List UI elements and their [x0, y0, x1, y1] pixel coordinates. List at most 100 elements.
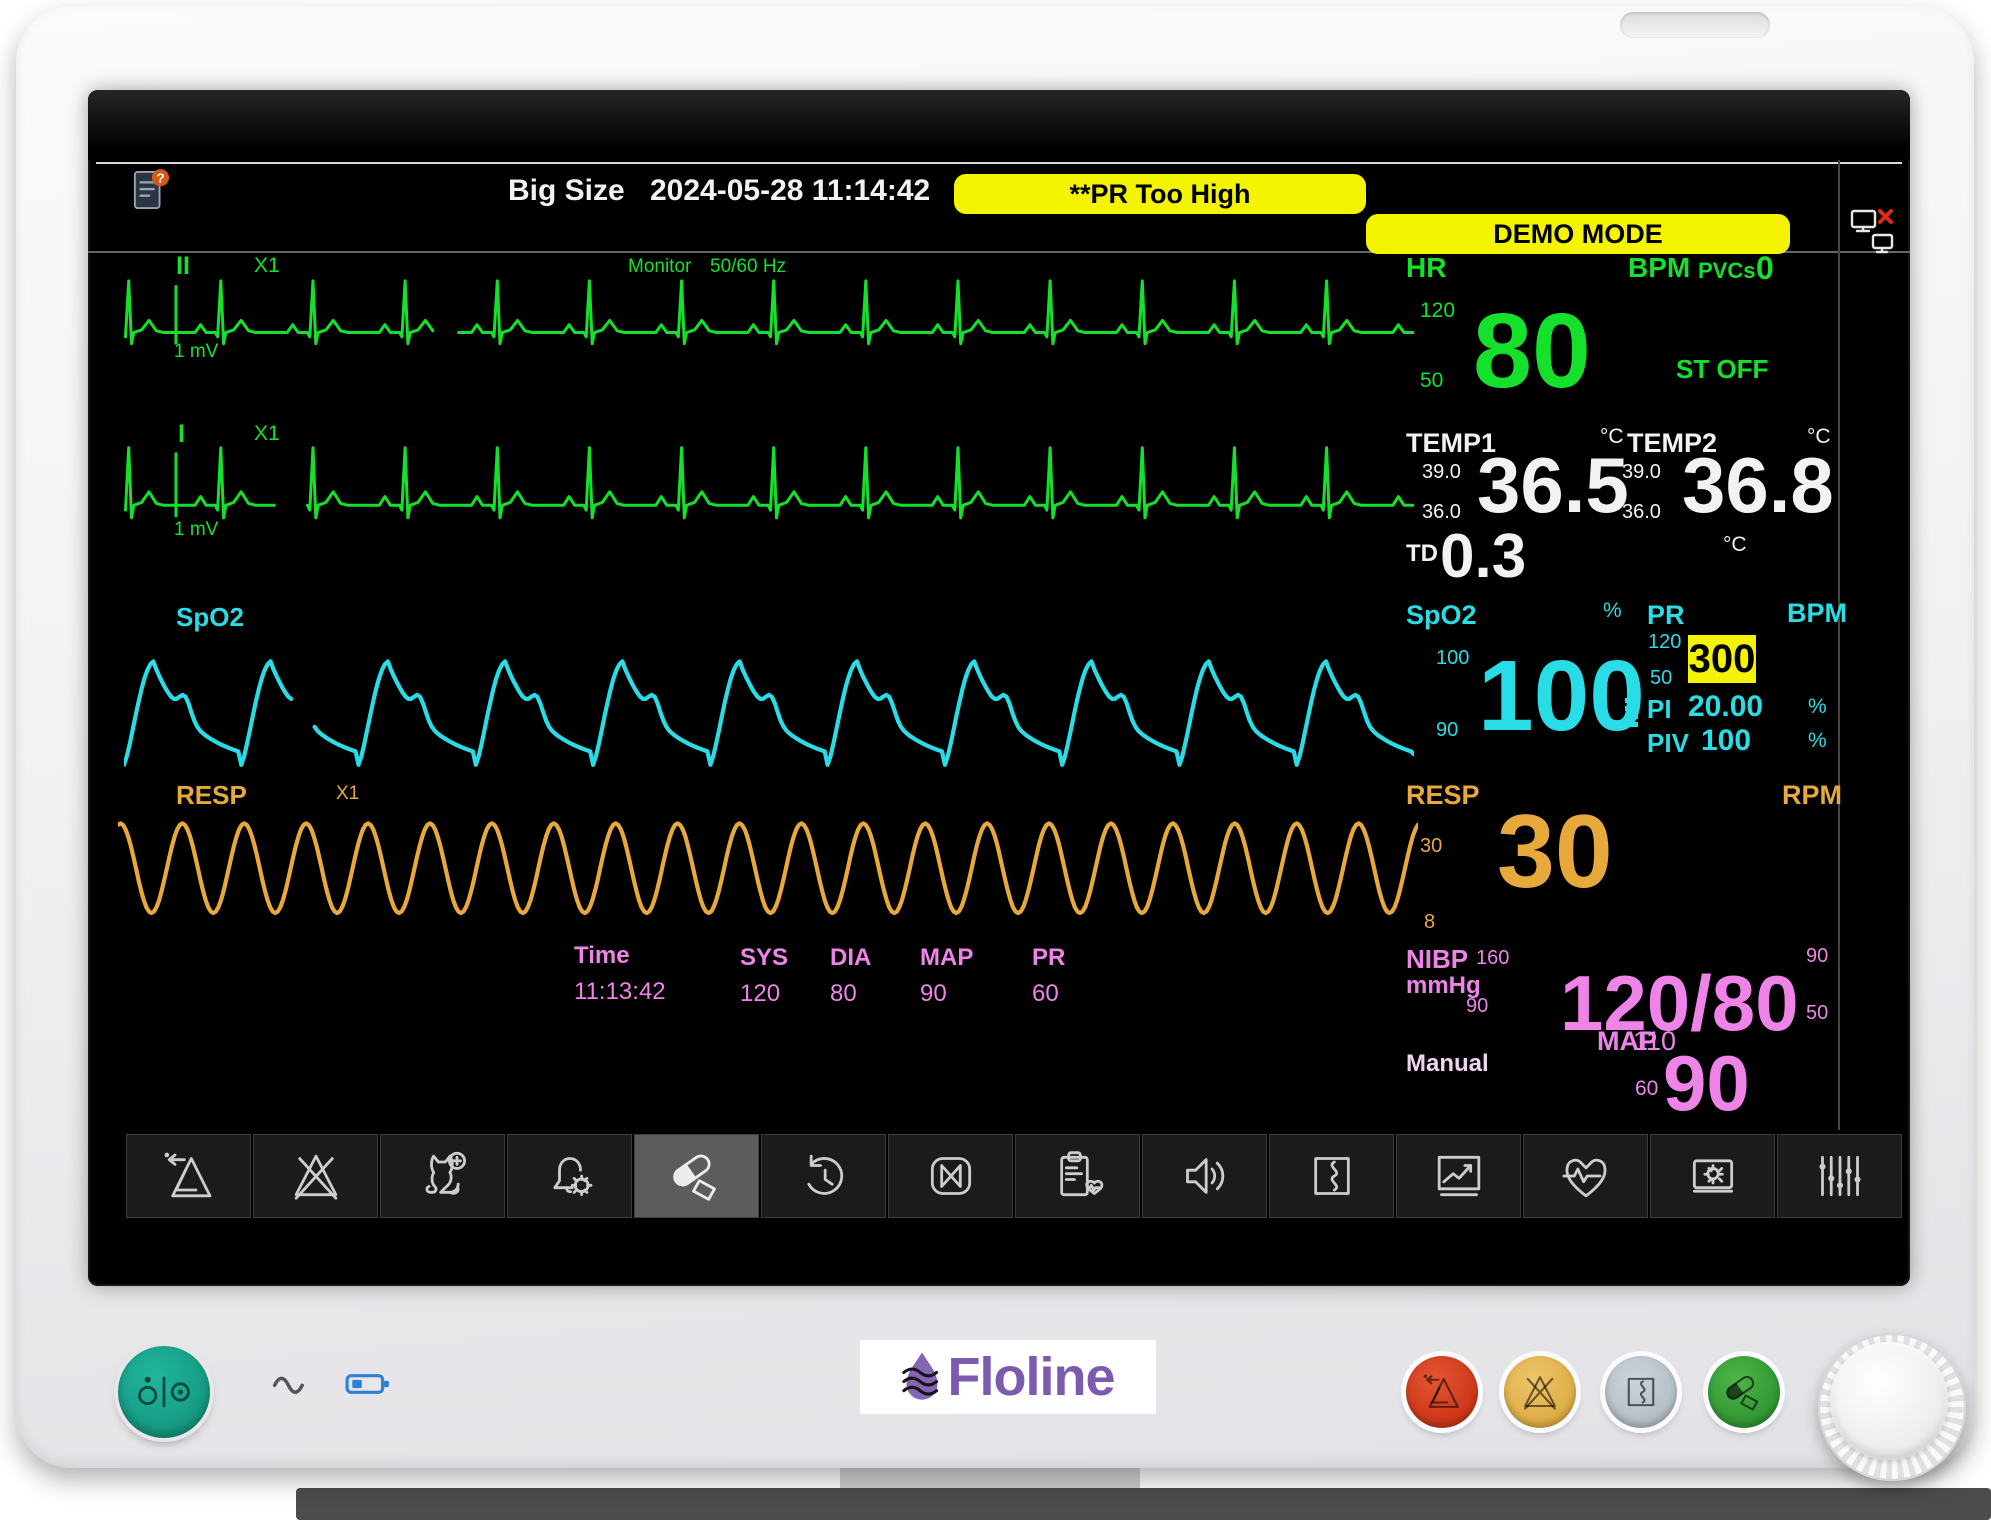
spo2-limit-high: 100 [1436, 648, 1469, 668]
toolbar-alarm-setup-button[interactable] [507, 1134, 632, 1218]
ecg1-cal-label: 1 mV [174, 520, 218, 539]
pi-label: PI [1647, 696, 1672, 722]
alarm-message-text: **PR Too High [1070, 179, 1251, 210]
clock-history-icon [796, 1148, 852, 1204]
nibp-cuff-icon [1723, 1371, 1765, 1413]
logo-droplet-icon [902, 1349, 942, 1405]
nibp-cuff-icon [669, 1148, 725, 1204]
nibp-list-sys-header: SYS [740, 946, 788, 970]
hr-value[interactable]: 80 [1473, 298, 1591, 404]
screen: ? Big Size 2024-05-28 11:14:42 **PR Too … [88, 90, 1910, 1286]
nibp-list-dia-header: DIA [830, 946, 871, 970]
rotary-knob[interactable] [1830, 1342, 1948, 1460]
pr-value-text: 300 [1689, 637, 1756, 682]
battery-icon [345, 1372, 391, 1396]
spo2-limit-low: 90 [1436, 720, 1458, 740]
piv-label: PIV [1647, 730, 1689, 756]
nibp-limit-high: 160 [1476, 948, 1509, 968]
svg-text:?: ? [156, 170, 164, 185]
speaker-icon [1177, 1148, 1233, 1204]
pi-unit: % [1808, 696, 1827, 717]
power-button[interactable] [118, 1346, 210, 1438]
sliders-icon [1812, 1148, 1868, 1204]
resp-limit-high: 30 [1420, 836, 1442, 856]
nibp-right-limit-high: 90 [1806, 946, 1828, 966]
nibp-map-value[interactable]: 90 [1663, 1044, 1750, 1122]
toolbar-trends-button[interactable] [1396, 1134, 1521, 1218]
temp1-limit-low: 36.0 [1422, 502, 1461, 522]
nibp-list-map-value: 90 [920, 982, 947, 1006]
ecg2-gain-label: X1 [254, 255, 280, 276]
alarm-reset-hard-button[interactable] [1406, 1356, 1478, 1428]
nibp-label: NIBP [1406, 946, 1468, 972]
bezel-vent [1620, 12, 1770, 38]
pvcs-value: 0 [1756, 252, 1774, 284]
freeze-icon [1620, 1371, 1662, 1413]
toolbar-patient-report-button[interactable] [1015, 1134, 1140, 1218]
temp2-limit-high: 39.0 [1622, 462, 1661, 482]
temp2-unit-below: °C [1723, 534, 1747, 555]
pr-value-alarmed[interactable]: 300 [1688, 635, 1756, 683]
resp-value[interactable]: 30 [1497, 800, 1613, 904]
nibp-list-time-value: 11:13:42 [574, 980, 666, 1004]
toolbar-alarm-reset-button[interactable] [126, 1134, 251, 1218]
nibp-list-map-header: MAP [920, 946, 973, 970]
toolbar-screen-setup-button[interactable] [1650, 1134, 1775, 1218]
nibp-list-dia-value: 80 [830, 982, 857, 1006]
pr-limit-high: 120 [1648, 632, 1681, 652]
toolbar-freeze-button[interactable] [1269, 1134, 1394, 1218]
temp1-value[interactable]: 36.5 [1477, 446, 1629, 524]
heart-pulse-icon [1558, 1148, 1614, 1204]
pleth-waveform [124, 636, 1414, 776]
toolbar-ecg-setup-button[interactable] [1523, 1134, 1648, 1218]
clipboard-heart-icon [1050, 1148, 1106, 1204]
patient-monitor: ? Big Size 2024-05-28 11:14:42 **PR Too … [0, 0, 1991, 1520]
ecg2-cal-label: 1 mV [174, 342, 218, 361]
pvcs-label: PVCs [1698, 260, 1755, 282]
ecg1-waveform [124, 440, 1414, 536]
alarm-pause-icon [1519, 1371, 1561, 1413]
screen-size-mode[interactable]: Big Size [508, 176, 625, 206]
freeze-hard-button[interactable] [1605, 1356, 1677, 1428]
alarm-pause-hard-button[interactable] [1504, 1356, 1576, 1428]
st-status[interactable]: ST OFF [1676, 356, 1768, 382]
alarm-reset-icon [161, 1148, 217, 1204]
toolbar-review-button[interactable] [761, 1134, 886, 1218]
spo2-signal-bars-icon [1625, 698, 1638, 730]
temp-diff-value: 0.3 [1440, 526, 1526, 588]
nibp-value[interactable]: 120/80 [1560, 964, 1799, 1042]
cat-plus-icon [415, 1148, 471, 1204]
toolbar-nibp-start-button[interactable] [634, 1134, 759, 1218]
toolbar-volume-button[interactable] [1142, 1134, 1267, 1218]
pr-label: PR [1647, 602, 1685, 629]
toolbar-nibp-valve-button[interactable] [888, 1134, 1013, 1218]
hr-limit-low: 50 [1420, 370, 1443, 391]
toolbar-alarm-off-button[interactable] [253, 1134, 378, 1218]
hr-label: HR [1406, 254, 1446, 282]
hr-unit: BPM [1628, 254, 1690, 282]
spo2-value[interactable]: 100 [1478, 646, 1645, 746]
patient-info-icon[interactable]: ? [132, 168, 170, 212]
pr-limit-low: 50 [1650, 668, 1672, 688]
nibp-list-sys-value: 120 [740, 982, 780, 1006]
monitor-base [296, 1488, 1991, 1520]
nibp-mode[interactable]: Manual [1406, 1052, 1489, 1076]
nibp-list-pr-value: 60 [1032, 982, 1059, 1006]
screen-gear-icon [1685, 1148, 1741, 1204]
network-disconnected-icon[interactable] [1850, 208, 1896, 256]
alarm-message-banner[interactable]: **PR Too High [954, 174, 1366, 214]
resp-waveform [118, 810, 1418, 922]
nibp-map-low: 60 [1635, 1078, 1658, 1099]
pleth-label[interactable]: SpO2 [176, 604, 244, 630]
piv-value: 100 [1701, 726, 1751, 756]
resp-gain-label: X1 [336, 784, 359, 803]
nibp-list-pr-header: PR [1032, 946, 1065, 970]
toolbar-parameter-setup-button[interactable] [1777, 1134, 1902, 1218]
resp-wave-label[interactable]: RESP [176, 782, 247, 808]
temp2-value[interactable]: 36.8 [1682, 446, 1834, 524]
nibp-hard-button[interactable] [1708, 1356, 1780, 1428]
toolbar-patient-admit-button[interactable] [380, 1134, 505, 1218]
demo-mode-text: DEMO MODE [1493, 219, 1663, 250]
resp-label: RESP [1406, 782, 1480, 809]
piv-unit: % [1808, 730, 1827, 751]
